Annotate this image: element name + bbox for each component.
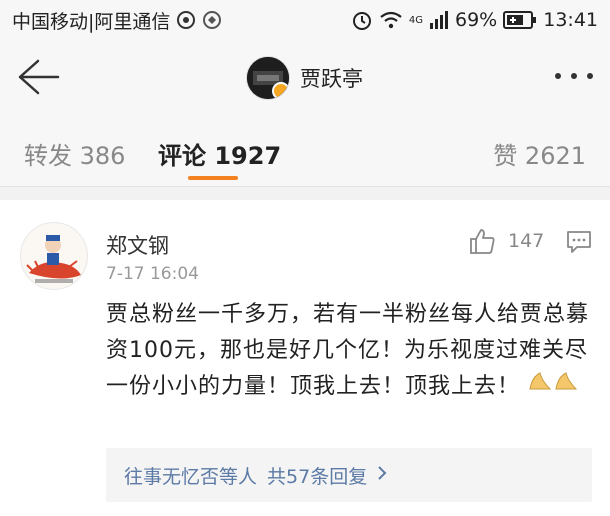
comment-text: 贾总粉丝一千多万，若有一半粉丝每人给贾总募资100元，那也是好几个亿！为乐视度过… [106, 302, 590, 399]
battery-percent: 69% [455, 9, 498, 31]
comment-body: 贾总粉丝一千多万，若有一半粉丝每人给贾总募资100元，那也是好几个亿！为乐视度过… [106, 297, 596, 405]
back-button[interactable] [16, 57, 60, 97]
thumbs-up-icon [470, 229, 495, 254]
tab-reposts-count: 386 [79, 142, 126, 170]
sub-reply-user: 往事无忆否等人 [124, 465, 258, 488]
tab-likes-label: 赞 [493, 142, 518, 170]
active-tab-indicator [188, 176, 238, 180]
author-avatar [246, 56, 290, 100]
tab-comments-count: 1927 [214, 142, 282, 170]
reply-button[interactable] [566, 230, 592, 254]
tab-bar: 转发 386 评论 1927 赞 2621 [0, 114, 610, 187]
battery-icon [503, 11, 537, 29]
app-notification-icon [202, 10, 222, 30]
tab-reposts-label: 转发 [24, 142, 72, 170]
comment-item: 郑文钢 7-17 16:04 147 贾总粉丝一千多万，若有一半粉丝每人给贾总募… [0, 200, 610, 516]
weibo-notification-icon [176, 10, 196, 30]
comment-timestamp: 7-17 16:04 [106, 264, 199, 284]
tab-reposts[interactable]: 转发 386 [24, 136, 125, 171]
commenter-name[interactable]: 郑文钢 [106, 230, 169, 260]
commenter-avatar[interactable] [20, 222, 88, 290]
status-bar: 中国移动|阿里通信 4G 69% 13:41 [0, 0, 610, 40]
praying-hands-emoji-icon [526, 369, 582, 405]
sub-replies-link[interactable]: 往事无忆否等人 共57条回复 [106, 448, 592, 502]
carrier-label: 中国移动|阿里通信 [12, 10, 171, 33]
title-group[interactable]: 贾跃亭 [246, 56, 363, 100]
tab-likes[interactable]: 赞 2621 [493, 136, 586, 171]
comment-bubble-icon [567, 231, 591, 253]
wifi-icon [379, 10, 403, 30]
nav-header: 贾跃亭 [0, 40, 610, 114]
more-options-button[interactable] [552, 66, 596, 86]
alarm-icon [351, 9, 373, 31]
tab-comments-label: 评论 [158, 142, 206, 170]
clock: 13:41 [543, 9, 598, 31]
chevron-right-icon [377, 465, 387, 486]
tab-likes-count: 2621 [524, 142, 586, 170]
signal-icon [429, 11, 449, 29]
tab-comments[interactable]: 评论 1927 [158, 136, 281, 171]
like-button[interactable]: 147 [468, 226, 544, 256]
like-count: 147 [508, 230, 545, 252]
back-arrow-icon [18, 59, 60, 95]
network-type-label: 4G [408, 14, 423, 26]
status-bar-right: 4G 69% 13:41 [351, 9, 598, 31]
page-title: 贾跃亭 [300, 67, 363, 91]
verified-badge-icon [272, 82, 289, 99]
status-bar-left: 中国移动|阿里通信 [12, 7, 222, 34]
sub-reply-count: 共57条回复 [267, 465, 368, 488]
more-dots-icon [555, 73, 593, 79]
